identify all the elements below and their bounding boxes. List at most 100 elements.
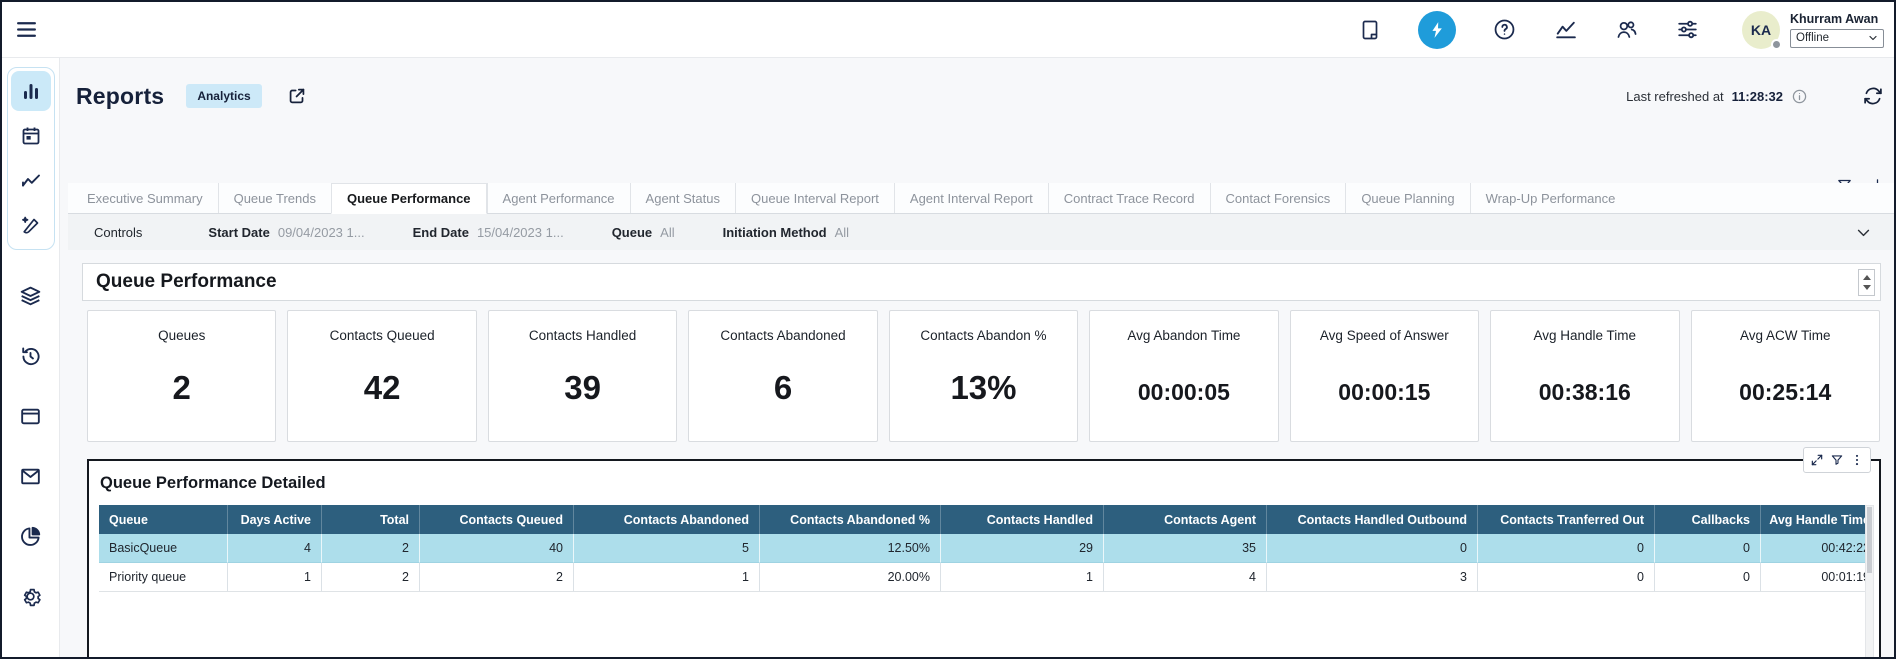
tab-queue-trends[interactable]: Queue Trends [218, 183, 331, 213]
page-title: Reports [76, 83, 164, 110]
tab-wrap-up-performance[interactable]: Wrap-Up Performance [1470, 183, 1631, 213]
bolt-icon[interactable] [1418, 11, 1456, 49]
column-header[interactable]: Callbacks [1655, 505, 1761, 534]
cell: 29 [941, 534, 1104, 563]
tab-contract-trace-record[interactable]: Contract Trace Record [1048, 183, 1210, 213]
sidebar [2, 58, 60, 657]
spinner-control[interactable] [1858, 269, 1875, 296]
cell: 4 [228, 534, 322, 563]
tab-queue-performance[interactable]: Queue Performance [331, 183, 487, 214]
cell: 0 [1267, 534, 1478, 563]
table-header-row: QueueDays ActiveTotalContacts QueuedCont… [99, 505, 1870, 534]
cell: 0 [1478, 534, 1655, 563]
cell: 5 [574, 534, 760, 563]
tab-executive-summary[interactable]: Executive Summary [72, 183, 218, 213]
cell: BasicQueue [99, 534, 228, 563]
kpi-card-queues: Queues 2 [87, 310, 276, 442]
metrics-icon[interactable] [1553, 17, 1578, 42]
kpi-label: Avg Speed of Answer [1320, 328, 1449, 343]
column-header[interactable]: Contacts Agent [1104, 505, 1267, 534]
kpi-label: Contacts Abandon % [920, 328, 1046, 343]
tab-agent-interval-report[interactable]: Agent Interval Report [894, 183, 1048, 213]
menu-icon[interactable] [14, 17, 39, 42]
kpi-label: Queues [158, 328, 205, 343]
control-value[interactable]: 15/04/2023 1... [477, 225, 564, 240]
cell: 40 [420, 534, 574, 563]
last-refreshed-label: Last refreshed at [1626, 89, 1724, 104]
table-scrollbar[interactable] [1865, 505, 1874, 659]
queue-performance-table: QueueDays ActiveTotalContacts QueuedCont… [99, 505, 1870, 592]
expand-icon[interactable] [1810, 453, 1824, 467]
calendar-icon[interactable] [11, 116, 51, 156]
note-icon[interactable] [1358, 18, 1382, 42]
column-header[interactable]: Contacts Tranferred Out [1478, 505, 1655, 534]
column-header[interactable]: Queue [99, 505, 228, 534]
sliders-icon[interactable] [1675, 17, 1700, 42]
bar-chart-icon[interactable] [11, 71, 51, 111]
avatar-initials: KA [1751, 22, 1771, 38]
topbar: KA Khurram Awan Offline [2, 2, 1894, 58]
control-start-date[interactable]: Start Date09/04/2023 1... [208, 225, 364, 240]
avatar[interactable]: KA [1742, 11, 1780, 49]
controls-bar[interactable]: Controls Start Date09/04/2023 1... End Da… [68, 214, 1894, 250]
history-icon[interactable] [11, 336, 51, 376]
help-icon[interactable] [1492, 17, 1517, 42]
tab-agent-performance[interactable]: Agent Performance [487, 183, 630, 213]
column-header[interactable]: Contacts Handled [941, 505, 1104, 534]
cell: 00:42:22 [1761, 534, 1870, 563]
tab-contact-forensics[interactable]: Contact Forensics [1210, 183, 1346, 213]
control-label: Queue [612, 225, 652, 240]
tab-agent-status[interactable]: Agent Status [630, 183, 735, 213]
column-header[interactable]: Contacts Queued [420, 505, 574, 534]
control-value[interactable]: All [835, 225, 849, 240]
app-window: KA Khurram Awan Offline [0, 0, 1896, 659]
window-icon[interactable] [11, 396, 51, 436]
control-initiation-method[interactable]: Initiation MethodAll [723, 225, 849, 240]
status-select[interactable]: Offline [1790, 29, 1884, 48]
kpi-card-contacts-abandoned: Contacts Abandoned6 [688, 310, 877, 442]
cell: 2 [322, 534, 420, 563]
column-header[interactable]: Contacts Abandoned % [760, 505, 941, 534]
kpi-value: 6 [774, 369, 792, 407]
column-header[interactable]: Contacts Abandoned [574, 505, 760, 534]
control-end-date[interactable]: End Date 15/04/2023 1... [413, 225, 564, 240]
column-header[interactable]: Avg Handle Time [1761, 505, 1870, 534]
cell: 1 [574, 563, 760, 592]
people-icon[interactable] [1614, 17, 1639, 42]
external-link-icon[interactable] [286, 85, 308, 107]
kpi-label: Avg ACW Time [1740, 328, 1831, 343]
tab-queue-planning[interactable]: Queue Planning [1345, 183, 1469, 213]
mail-icon[interactable] [11, 456, 51, 496]
cell: 0 [1655, 563, 1761, 592]
control-value[interactable]: All [660, 225, 674, 240]
refresh-icon[interactable] [1862, 85, 1884, 107]
gear-icon[interactable] [11, 576, 51, 616]
pie-chart-icon[interactable] [11, 516, 51, 556]
column-header[interactable]: Total [322, 505, 420, 534]
column-header[interactable]: Contacts Handled Outbound [1267, 505, 1478, 534]
design-icon[interactable] [11, 206, 51, 246]
table-row[interactable]: Priority queue122120.00%1430000:01:19 [99, 563, 1870, 592]
kpi-value: 00:38:16 [1539, 379, 1631, 406]
kpi-value: 2 [173, 369, 191, 407]
table-panel: Queue Performance Detailed QueueDays Act… [87, 459, 1881, 659]
control-label: End Date [413, 225, 469, 240]
section-title: Queue Performance [96, 271, 277, 293]
control-value[interactable]: 09/04/2023 1... [278, 225, 365, 240]
kpi-label: Avg Handle Time [1534, 328, 1637, 343]
table-row[interactable]: BasicQueue4240512.50%293500000:42:22 [99, 534, 1870, 563]
layers-icon[interactable] [11, 276, 51, 316]
kebab-menu-icon[interactable] [1850, 453, 1864, 467]
last-refreshed-time: 11:28:32 [1732, 89, 1783, 104]
controls-label: Controls [94, 225, 142, 240]
table-filter-icon[interactable] [1830, 453, 1844, 467]
tab-queue-interval-report[interactable]: Queue Interval Report [735, 183, 894, 213]
line-chart-icon[interactable] [11, 161, 51, 201]
info-icon[interactable] [1791, 88, 1808, 105]
cell: 0 [1655, 534, 1761, 563]
control-queue[interactable]: Queue All [612, 225, 675, 240]
column-header[interactable]: Days Active [228, 505, 322, 534]
controls-collapse-chevron-icon[interactable] [1855, 224, 1872, 241]
table-title: Queue Performance Detailed [100, 474, 326, 493]
cell: 35 [1104, 534, 1267, 563]
